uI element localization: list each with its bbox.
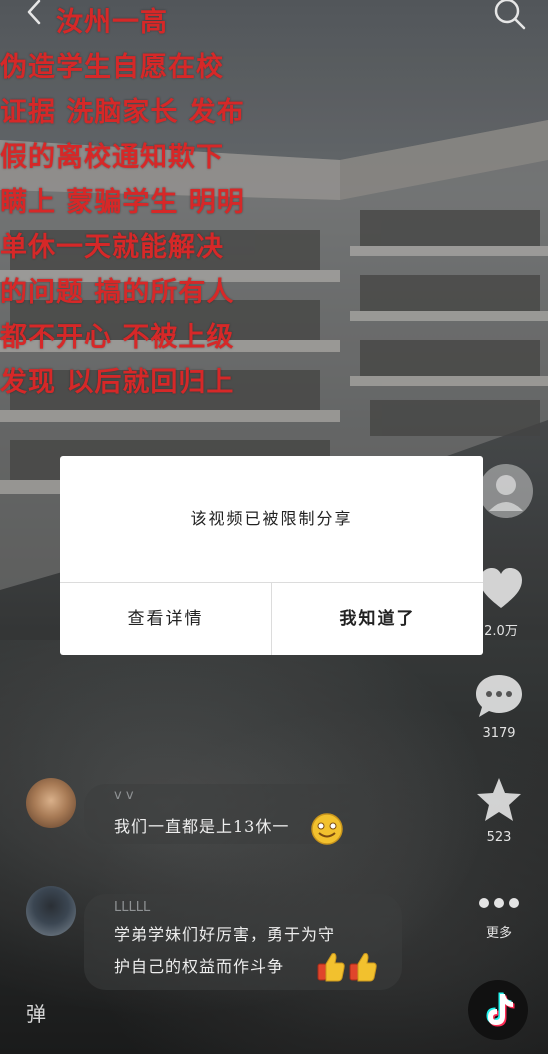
caption-line: 伪造学生自愿在校 [0,52,224,83]
comment-text: 我们一直都是上13休一 [114,817,290,836]
comment-count: 3179 [482,726,516,741]
author-avatar-button[interactable] [478,457,534,525]
smile-emoji-icon [311,813,343,845]
more-button[interactable]: 更多 [468,890,530,941]
avatar-icon [479,464,533,518]
comment-text: 学弟学妹们好厉害，勇于为守 [114,925,336,944]
comment-text: 护自己的权益而作斗争 [114,957,285,976]
got-it-button[interactable]: 我知道了 [272,583,483,655]
comment-icon [476,675,522,717]
thumbs-up-emoji-icon [317,953,377,982]
commenter-avatar [26,886,76,936]
favorite-button[interactable]: 523 [468,776,530,845]
dialog-message: 该视频已被限制分享 [190,509,353,528]
search-icon [494,0,526,30]
comment-button[interactable]: 3179 [468,672,530,741]
caption-line: 发现 以后就回归上 [0,367,235,398]
caption-line: 证据 洗脑家长 发布 [0,97,245,128]
danmu-toggle[interactable]: 弹 [26,998,46,1027]
floating-comment[interactable]: v v 我们一直都是上13休一 [22,778,372,848]
caption-line: 的问题 搞的所有人 [0,277,235,308]
caption-line: 都不开心 不被上级 [0,322,235,353]
search-button[interactable] [492,0,528,32]
more-dots-icon [479,898,519,908]
caption-line: 汝州一高 [56,7,168,38]
commenter-name: LLLLL [114,900,151,915]
video-screen[interactable]: 汝州一高 伪造学生自愿在校 证据 洗脑家长 发布 假的离校通知欺下 瞒上 蒙骗学… [0,0,548,1054]
favorite-count: 523 [486,830,512,845]
heart-icon [480,568,522,608]
commenter-avatar [26,778,76,828]
caption-line: 瞒上 蒙骗学生 明明 [0,187,245,218]
star-icon [477,778,521,821]
douyin-logo-icon [486,992,515,1027]
share-restricted-dialog: 该视频已被限制分享 查看详情 我知道了 [60,456,483,655]
commenter-name: v v [114,788,134,803]
more-label: 更多 [485,926,512,941]
caption-line: 单休一天就能解决 [0,232,224,263]
view-details-button[interactable]: 查看详情 [60,583,271,655]
caption-line: 假的离校通知欺下 [0,142,224,173]
floating-comment[interactable]: LLLLL 学弟学妹们好厉害，勇于为守 护自己的权益而作斗争 [22,886,402,996]
douyin-logo-button[interactable] [468,980,528,1040]
video-caption-overlay: 汝州一高 伪造学生自愿在校 证据 洗脑家长 发布 假的离校通知欺下 瞒上 蒙骗学… [0,0,250,405]
